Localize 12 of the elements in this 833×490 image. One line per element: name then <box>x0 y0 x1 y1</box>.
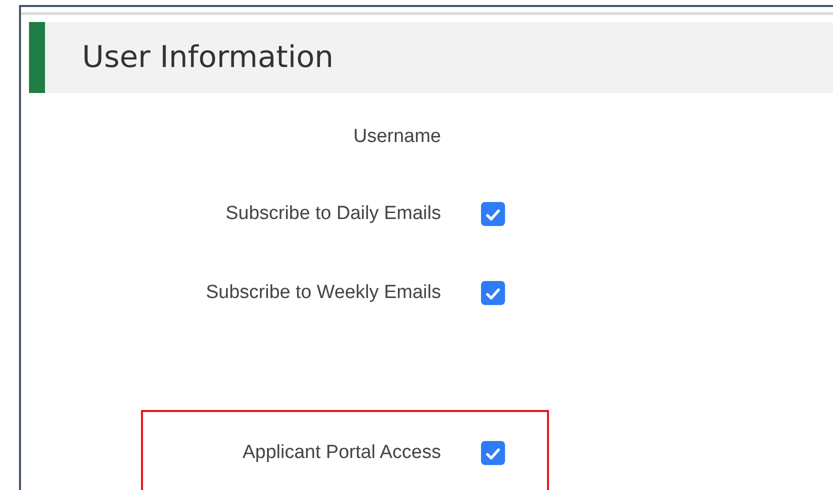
field-label: Subscribe to Daily Emails <box>224 203 441 225</box>
checkbox[interactable] <box>481 281 505 305</box>
checkbox[interactable] <box>481 202 505 226</box>
checkmark-icon <box>486 210 500 220</box>
field-label: Subscribe to Weekly Emails <box>204 282 441 304</box>
checkmark-icon <box>486 448 500 460</box>
checkmark-icon <box>486 288 500 300</box>
section-title: User Information <box>82 40 334 75</box>
checkbox[interactable] <box>481 441 505 465</box>
accent-bar <box>29 22 45 93</box>
field-label: Applicant Portal Access <box>241 442 441 464</box>
field-label: Username <box>352 126 441 148</box>
